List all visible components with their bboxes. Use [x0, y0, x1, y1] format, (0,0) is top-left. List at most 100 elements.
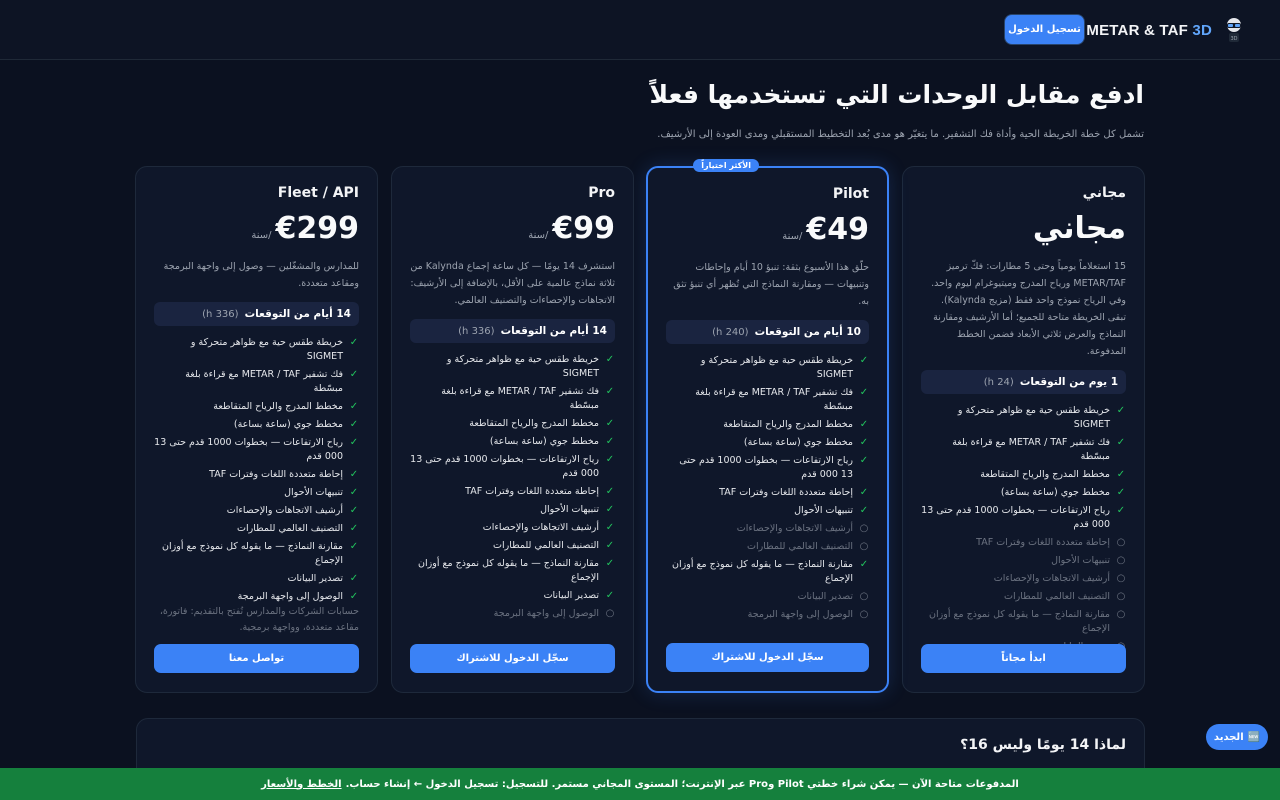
feature-item: ✓ خريطة طقس حية مع ظواهر متحركة و SIGMET [154, 336, 359, 364]
feature-label: مخطط المدرج والرياح المتقاطعة [980, 469, 1110, 480]
empty-circle-icon: ○ [859, 523, 869, 534]
feature-item: ○ مقارنة النماذج — ما يقوله كل نموذج مع … [921, 608, 1126, 636]
feature-label: إحاطة متعددة اللغات وفترات TAF [976, 537, 1110, 548]
plan-price: €299 [275, 211, 360, 246]
whats-new-button[interactable]: 🆕 الجديد [1206, 724, 1268, 750]
feature-label: إحاطة متعددة اللغات وفترات TAF [465, 486, 599, 497]
plan-description: حلّق هذا الأسبوع بثقة: تنبؤ 10 أيام وإحا… [673, 262, 869, 307]
feature-label: مقارنة النماذج — ما يقوله كل نموذج مع أو… [929, 609, 1110, 634]
plan-cta-button[interactable]: سجّل الدخول للاشتراك [666, 643, 869, 672]
feature-item: ✓ فك تشفير METAR / TAF مع قراءة بلغة مبس… [666, 386, 869, 414]
feature-item: ✓ رياح الارتفاعات — بخطوات 1000 قدم حتى … [921, 504, 1126, 532]
forecast-range: 10 أيام من التوقعات (240 h) [666, 320, 869, 344]
announcement-banner: المدفوعات متاحة الآن — يمكن شراء خطتي Pi… [0, 768, 1280, 800]
feature-label: الوصول إلى واجهة البرمجة [747, 609, 853, 620]
feature-label: فك تشفير METAR / TAF مع قراءة بلغة مبسّط… [952, 437, 1110, 462]
feature-label: رياح الارتفاعات — بخطوات 1000 قدم حتى 13… [410, 454, 599, 479]
feature-item: ✓ تصدير البيانات [410, 589, 615, 603]
check-icon: ✓ [349, 523, 359, 534]
plan-card: Fleet / API €299 /سنة للمدارس والمشغّلين… [135, 166, 378, 693]
brand[interactable]: 3D METAR & TAF 3D [1086, 14, 1246, 46]
check-icon: ✓ [349, 541, 359, 552]
check-icon: ✓ [349, 469, 359, 480]
feature-label: مخطط جوي (ساعة بساعة) [489, 436, 599, 447]
check-icon: ✓ [349, 337, 359, 348]
check-icon: ✓ [605, 558, 615, 569]
login-button[interactable]: تسجيل الدخول [1005, 15, 1084, 44]
feature-item: ✓ مقارنة النماذج — ما يقوله كل نموذج مع … [410, 557, 615, 585]
feature-label: تنبيهات الأحوال [284, 487, 343, 498]
check-icon: ✓ [1116, 405, 1126, 416]
feature-label: خريطة طقس حية مع ظواهر متحركة و SIGMET [446, 354, 599, 379]
price-period: /سنة [528, 230, 549, 241]
check-icon: ✓ [859, 437, 869, 448]
popular-badge: الأكثر اختياراً [693, 159, 759, 172]
pricing-link[interactable]: الخطط والأسعار [261, 779, 341, 790]
feature-label: خريطة طقس حية مع ظواهر متحركة و SIGMET [190, 337, 343, 362]
feature-item: ✓ مخطط المدرج والرياح المتقاطعة [666, 418, 869, 432]
plan-card: مجاني مجاني 15 استعلاماً يومياً وحتى 5 م… [902, 166, 1145, 693]
feature-item: ○ الوصول إلى واجهة البرمجة [410, 607, 615, 621]
feature-label: التصنيف العالمي للمطارات [493, 540, 599, 551]
feature-label: مخطط جوي (ساعة بساعة) [743, 437, 853, 448]
empty-circle-icon: ○ [859, 591, 869, 602]
feature-label: إحاطة متعددة اللغات وفترات TAF [719, 487, 853, 498]
forecast-range: 14 أيام من التوقعات (336 h) [410, 319, 615, 343]
feature-label: خريطة طقس حية مع ظواهر متحركة و SIGMET [957, 405, 1110, 430]
feature-item: ✓ تنبيهات الأحوال [410, 503, 615, 517]
feature-item: ○ الوصول إلى واجهة البرمجة [666, 608, 869, 622]
empty-circle-icon: ○ [859, 541, 869, 552]
check-icon: ✓ [605, 522, 615, 533]
feature-label: رياح الارتفاعات — بخطوات 1000 قدم حتى 13… [154, 437, 343, 462]
forecast-hours: (336 h) [202, 309, 239, 320]
feature-item: ✓ فك تشفير METAR / TAF مع قراءة بلغة مبس… [154, 368, 359, 396]
feature-list: ✓ خريطة طقس حية مع ظواهر متحركة و SIGMET… [410, 353, 615, 621]
top-header: 3D METAR & TAF 3D تسجيل الدخول [0, 0, 1280, 60]
feature-item: ✓ تنبيهات الأحوال [666, 504, 869, 518]
price-row: €49 /سنة [666, 212, 869, 247]
price-row: €99 /سنة [410, 211, 615, 246]
feature-label: فك تشفير METAR / TAF مع قراءة بلغة مبسّط… [185, 369, 343, 394]
check-icon: ✓ [349, 401, 359, 412]
forecast-days: 14 أيام من التوقعات [244, 308, 351, 320]
empty-circle-icon: ○ [1116, 591, 1126, 602]
forecast-days: 10 أيام من التوقعات [754, 326, 861, 338]
feature-item: ✓ أرشيف الاتجاهات والإحصاءات [410, 521, 615, 535]
forecast-hours: (336 h) [458, 326, 495, 337]
price-row: €299 /سنة [154, 211, 359, 246]
check-icon: ✓ [1116, 487, 1126, 498]
feature-label: أرشيف الاتجاهات والإحصاءات [226, 505, 343, 516]
check-icon: ✓ [859, 387, 869, 398]
feature-list: ✓ خريطة طقس حية مع ظواهر متحركة و SIGMET… [666, 354, 869, 622]
plan-description: 15 استعلاماً يومياً وحتى 5 مطارات: فكّ ت… [931, 261, 1126, 357]
feature-label: مخطط جوي (ساعة بساعة) [233, 419, 343, 430]
feature-item: ○ إحاطة متعددة اللغات وفترات TAF [921, 536, 1126, 550]
plan-price: €49 [806, 212, 869, 247]
empty-circle-icon: ○ [859, 609, 869, 620]
feature-item: ✓ مقارنة النماذج — ما يقوله كل نموذج مع … [666, 558, 869, 586]
feature-label: مخطط المدرج والرياح المتقاطعة [213, 401, 343, 412]
check-icon: ✓ [859, 355, 869, 366]
empty-circle-icon: ○ [1116, 609, 1126, 620]
feature-item: ✓ مخطط المدرج والرياح المتقاطعة [154, 400, 359, 414]
feature-label: الوصول إلى واجهة البرمجة [493, 608, 599, 619]
feature-item: ○ تنبيهات الأحوال [921, 554, 1126, 568]
feature-item: ✓ الوصول إلى واجهة البرمجة [154, 590, 359, 604]
check-icon: ✓ [859, 419, 869, 430]
feature-list: ✓ خريطة طقس حية مع ظواهر متحركة و SIGMET… [921, 404, 1126, 672]
check-icon: ✓ [859, 559, 869, 570]
plan-cta-button[interactable]: تواصل معنا [154, 644, 359, 673]
faq-title: لماذا 14 يومًا وليس 16؟ [960, 737, 1126, 753]
svg-text:3D: 3D [1230, 36, 1237, 42]
feature-item: ✓ إحاطة متعددة اللغات وفترات TAF [666, 486, 869, 500]
plan-cta-button[interactable]: ابدأ مجاناً [921, 644, 1126, 673]
check-icon: ✓ [349, 573, 359, 584]
empty-circle-icon: ○ [1116, 573, 1126, 584]
feature-label: تنبيهات الأحوال [794, 505, 853, 516]
plan-description: للمدارس والمشغّلين — وصول إلى واجهة البر… [163, 261, 359, 289]
plan-cta-button[interactable]: سجّل الدخول للاشتراك [410, 644, 615, 673]
feature-label: رياح الارتفاعات — بخطوات 1000 قدم حتى 13… [921, 505, 1110, 530]
check-icon: ✓ [1116, 437, 1126, 448]
price-period: /سنة [782, 231, 803, 242]
feature-label: تنبيهات الأحوال [540, 504, 599, 515]
